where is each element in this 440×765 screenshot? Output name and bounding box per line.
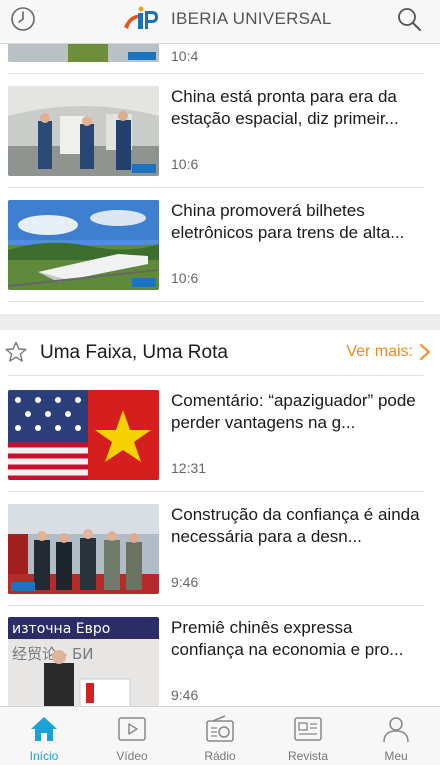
news-thumbnail xyxy=(8,86,159,176)
user-icon xyxy=(383,717,409,743)
divider xyxy=(8,491,424,492)
news-title: Comentário: “apaziguador” pode perder va… xyxy=(171,391,416,432)
section-gap xyxy=(0,314,440,330)
tab-revista[interactable]: Revista xyxy=(264,707,352,765)
tab-meu[interactable]: Meu xyxy=(352,707,440,765)
search-icon[interactable] xyxy=(396,6,422,32)
tab-label: Meu xyxy=(384,749,408,763)
banner-text: източна Евро xyxy=(12,621,110,637)
divider xyxy=(8,375,424,376)
tab-label: Rádio xyxy=(204,749,236,763)
news-thumbnail xyxy=(8,200,159,290)
video-icon xyxy=(118,717,146,741)
tab-radio[interactable]: Rádio xyxy=(176,707,264,765)
top-bar: IBERIA UNIVERSAL xyxy=(0,0,440,44)
star-icon[interactable] xyxy=(5,341,27,363)
news-thumbnail xyxy=(8,390,159,480)
tab-inicio[interactable]: Início xyxy=(0,707,88,765)
news-time: 10:4 xyxy=(171,48,199,64)
tab-label: Início xyxy=(29,749,59,763)
news-time: 12:31 xyxy=(171,460,207,476)
iberia-logo xyxy=(124,6,158,29)
tab-label: Vídeo xyxy=(116,749,148,763)
tab-video[interactable]: Vídeo xyxy=(88,707,176,765)
brand-title: IBERIA UNIVERSAL xyxy=(171,9,332,28)
see-more-link[interactable]: Ver mais: xyxy=(346,343,413,361)
chevron-right-icon[interactable] xyxy=(418,343,432,361)
section-header: Uma Faixa, Uma Rota Ver mais: xyxy=(0,330,440,374)
news-time: 10:6 xyxy=(171,156,199,172)
news-thumbnail: източна Евро 经贸论 - БИ xyxy=(8,617,159,706)
news-time: 9:46 xyxy=(171,687,199,703)
tab-bar: Início Vídeo Rádio Revista Meu xyxy=(0,706,440,765)
news-title: Construção da confiança é ainda necessár… xyxy=(171,505,420,546)
magazine-icon xyxy=(294,717,322,741)
news-time: 9:46 xyxy=(171,574,199,590)
clock-icon[interactable] xyxy=(10,6,36,32)
radio-icon xyxy=(206,715,234,742)
news-time: 10:6 xyxy=(171,270,199,286)
divider xyxy=(8,187,424,188)
news-feed[interactable]: 10:4 China está pronta para era da estaç… xyxy=(0,44,440,706)
news-title: Premiê chinês expressa confiança na econ… xyxy=(171,618,404,659)
news-thumbnail xyxy=(8,44,159,62)
tab-label: Revista xyxy=(287,749,328,763)
home-icon xyxy=(31,717,57,741)
news-title: China está pronta para era da estação es… xyxy=(171,87,399,128)
news-thumbnail xyxy=(8,504,159,594)
section-title: Uma Faixa, Uma Rota xyxy=(40,342,228,363)
news-title: China promoverá bilhetes eletrônicos par… xyxy=(171,201,405,242)
divider xyxy=(8,605,424,606)
divider xyxy=(8,73,424,74)
divider xyxy=(8,301,424,302)
